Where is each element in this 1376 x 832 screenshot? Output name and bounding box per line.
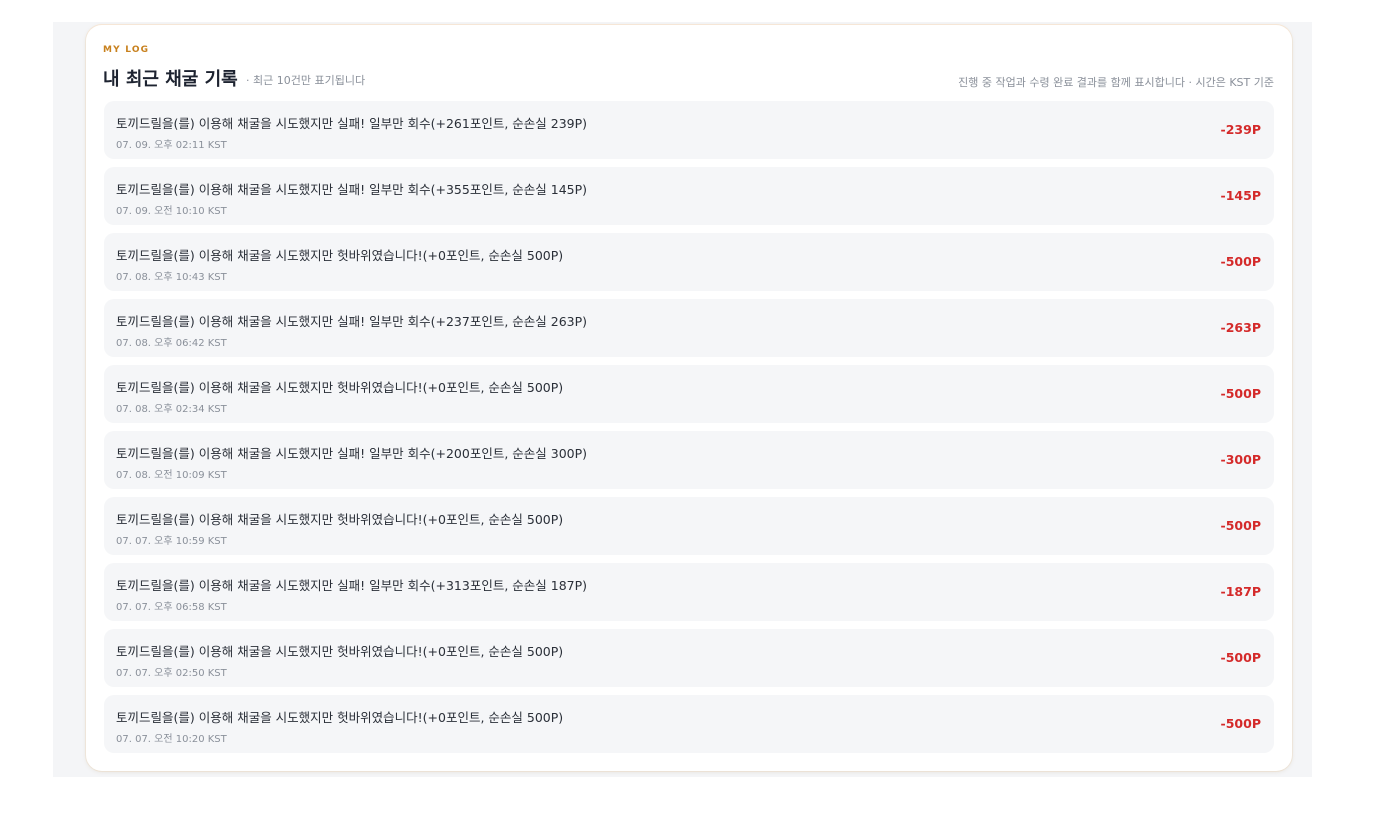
- timezone-note: 진행 중 작업과 수령 완료 결과를 함께 표시합니다 · 시간은 KST 기준: [958, 76, 1274, 89]
- log-message: 토끼드릴을(를) 이용해 채굴을 시도했지만 헛바위였습니다!(+0포인트, 순…: [116, 248, 564, 263]
- section-eyebrow: MY LOG: [103, 45, 150, 55]
- log-timestamp: 07. 09. 오전 10:10 KST: [116, 206, 227, 217]
- log-row: 토끼드릴을(를) 이용해 채굴을 시도했지만 실패! 일부만 회수(+355포인…: [104, 167, 1274, 225]
- mining-log-card: MY LOG 내 최근 채굴 기록 · 최근 10건만 표기됩니다 진행 중 작…: [86, 25, 1292, 771]
- log-amount: -300P: [1220, 452, 1261, 467]
- log-row: 토끼드릴을(를) 이용해 채굴을 시도했지만 헛바위였습니다!(+0포인트, 순…: [104, 233, 1274, 291]
- log-amount: -263P: [1220, 320, 1261, 335]
- log-amount: -500P: [1220, 650, 1261, 665]
- log-amount: -500P: [1220, 716, 1261, 731]
- log-message: 토끼드릴을(를) 이용해 채굴을 시도했지만 헛바위였습니다!(+0포인트, 순…: [116, 710, 564, 725]
- log-amount: -187P: [1220, 584, 1261, 599]
- log-message: 토끼드릴을(를) 이용해 채굴을 시도했지만 실패! 일부만 회수(+313포인…: [116, 578, 588, 593]
- log-timestamp: 07. 08. 오전 10:09 KST: [116, 470, 227, 481]
- log-message: 토끼드릴을(를) 이용해 채굴을 시도했지만 실패! 일부만 회수(+355포인…: [116, 182, 588, 197]
- log-timestamp: 07. 08. 오후 02:34 KST: [116, 404, 227, 415]
- log-timestamp: 07. 07. 오후 06:58 KST: [116, 602, 227, 613]
- log-message: 토끼드릴을(를) 이용해 채굴을 시도했지만 실패! 일부만 회수(+237포인…: [116, 314, 588, 329]
- log-timestamp: 07. 07. 오후 02:50 KST: [116, 668, 227, 679]
- log-timestamp: 07. 08. 오후 06:42 KST: [116, 338, 227, 349]
- log-timestamp: 07. 08. 오후 10:43 KST: [116, 272, 227, 283]
- log-row: 토끼드릴을(를) 이용해 채굴을 시도했지만 헛바위였습니다!(+0포인트, 순…: [104, 365, 1274, 423]
- log-timestamp: 07. 07. 오후 10:59 KST: [116, 536, 227, 547]
- log-message: 토끼드릴을(를) 이용해 채굴을 시도했지만 실패! 일부만 회수(+200포인…: [116, 446, 588, 461]
- section-title: 내 최근 채굴 기록: [103, 69, 238, 90]
- section-subtitle: · 최근 10건만 표기됩니다: [246, 74, 366, 87]
- log-timestamp: 07. 09. 오후 02:11 KST: [116, 140, 227, 151]
- log-row: 토끼드릴을(를) 이용해 채굴을 시도했지만 실패! 일부만 회수(+261포인…: [104, 101, 1274, 159]
- log-row: 토끼드릴을(를) 이용해 채굴을 시도했지만 헛바위였습니다!(+0포인트, 순…: [104, 695, 1274, 753]
- log-amount: -239P: [1220, 122, 1261, 137]
- log-message: 토끼드릴을(를) 이용해 채굴을 시도했지만 헛바위였습니다!(+0포인트, 순…: [116, 512, 564, 527]
- log-amount: -145P: [1220, 188, 1261, 203]
- log-row: 토끼드릴을(를) 이용해 채굴을 시도했지만 헛바위였습니다!(+0포인트, 순…: [104, 497, 1274, 555]
- log-row: 토끼드릴을(를) 이용해 채굴을 시도했지만 헛바위였습니다!(+0포인트, 순…: [104, 629, 1274, 687]
- log-amount: -500P: [1220, 254, 1261, 269]
- log-row: 토끼드릴을(를) 이용해 채굴을 시도했지만 실패! 일부만 회수(+313포인…: [104, 563, 1274, 621]
- log-amount: -500P: [1220, 518, 1261, 533]
- log-message: 토끼드릴을(를) 이용해 채굴을 시도했지만 헛바위였습니다!(+0포인트, 순…: [116, 380, 564, 395]
- log-row: 토끼드릴을(를) 이용해 채굴을 시도했지만 실패! 일부만 회수(+200포인…: [104, 431, 1274, 489]
- log-message: 토끼드릴을(를) 이용해 채굴을 시도했지만 헛바위였습니다!(+0포인트, 순…: [116, 644, 564, 659]
- mining-log-list: 토끼드릴을(를) 이용해 채굴을 시도했지만 실패! 일부만 회수(+261포인…: [104, 101, 1274, 761]
- log-row: 토끼드릴을(를) 이용해 채굴을 시도했지만 실패! 일부만 회수(+237포인…: [104, 299, 1274, 357]
- log-amount: -500P: [1220, 386, 1261, 401]
- log-message: 토끼드릴을(를) 이용해 채굴을 시도했지만 실패! 일부만 회수(+261포인…: [116, 116, 588, 131]
- log-timestamp: 07. 07. 오전 10:20 KST: [116, 734, 227, 745]
